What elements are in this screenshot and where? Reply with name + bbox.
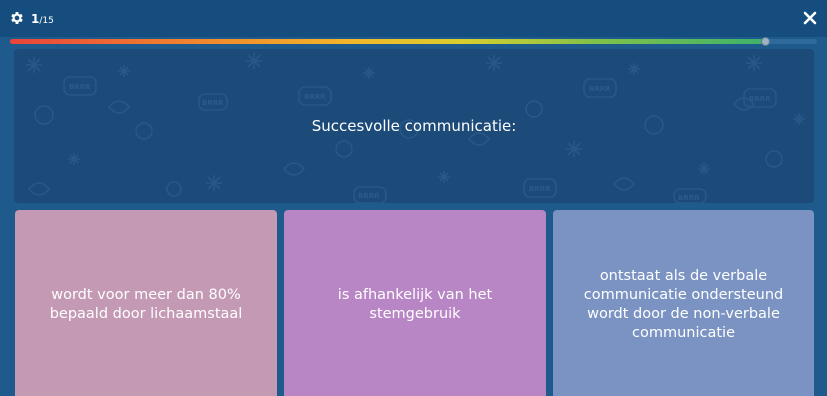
question-counter: 1/15 — [31, 11, 54, 28]
progress-fill — [10, 39, 765, 44]
answer-option-1-text: wordt voor meer dan 80% bepaald door lic… — [49, 287, 243, 322]
question-text: Succesvolle communicatie: — [311, 117, 517, 135]
answer-option-2-text: is afhankelijk van het stemgebruik — [337, 287, 493, 322]
close-icon[interactable] — [803, 11, 817, 25]
top-bar: 1/15 — [0, 0, 827, 37]
gear-icon[interactable] — [9, 10, 25, 26]
quiz-app: 1/15 BRRR BRRR BRRR BRRR BRRR BRRR BRRR … — [0, 0, 827, 396]
progress-bar — [10, 37, 817, 46]
answer-option-1[interactable]: wordt voor meer dan 80% bepaald door lic… — [15, 210, 277, 396]
answer-option-3-text: ontstaat als de verbale communicatie ond… — [583, 268, 784, 341]
progress-knob — [761, 37, 770, 46]
total-questions: 15 — [42, 16, 54, 26]
answer-option-2[interactable]: is afhankelijk van het stemgebruik — [284, 210, 546, 396]
question-card: BRRR BRRR BRRR BRRR BRRR BRRR BRRR BRRR … — [14, 49, 814, 203]
answer-option-3[interactable]: ontstaat als de verbale communicatie ond… — [553, 210, 814, 396]
